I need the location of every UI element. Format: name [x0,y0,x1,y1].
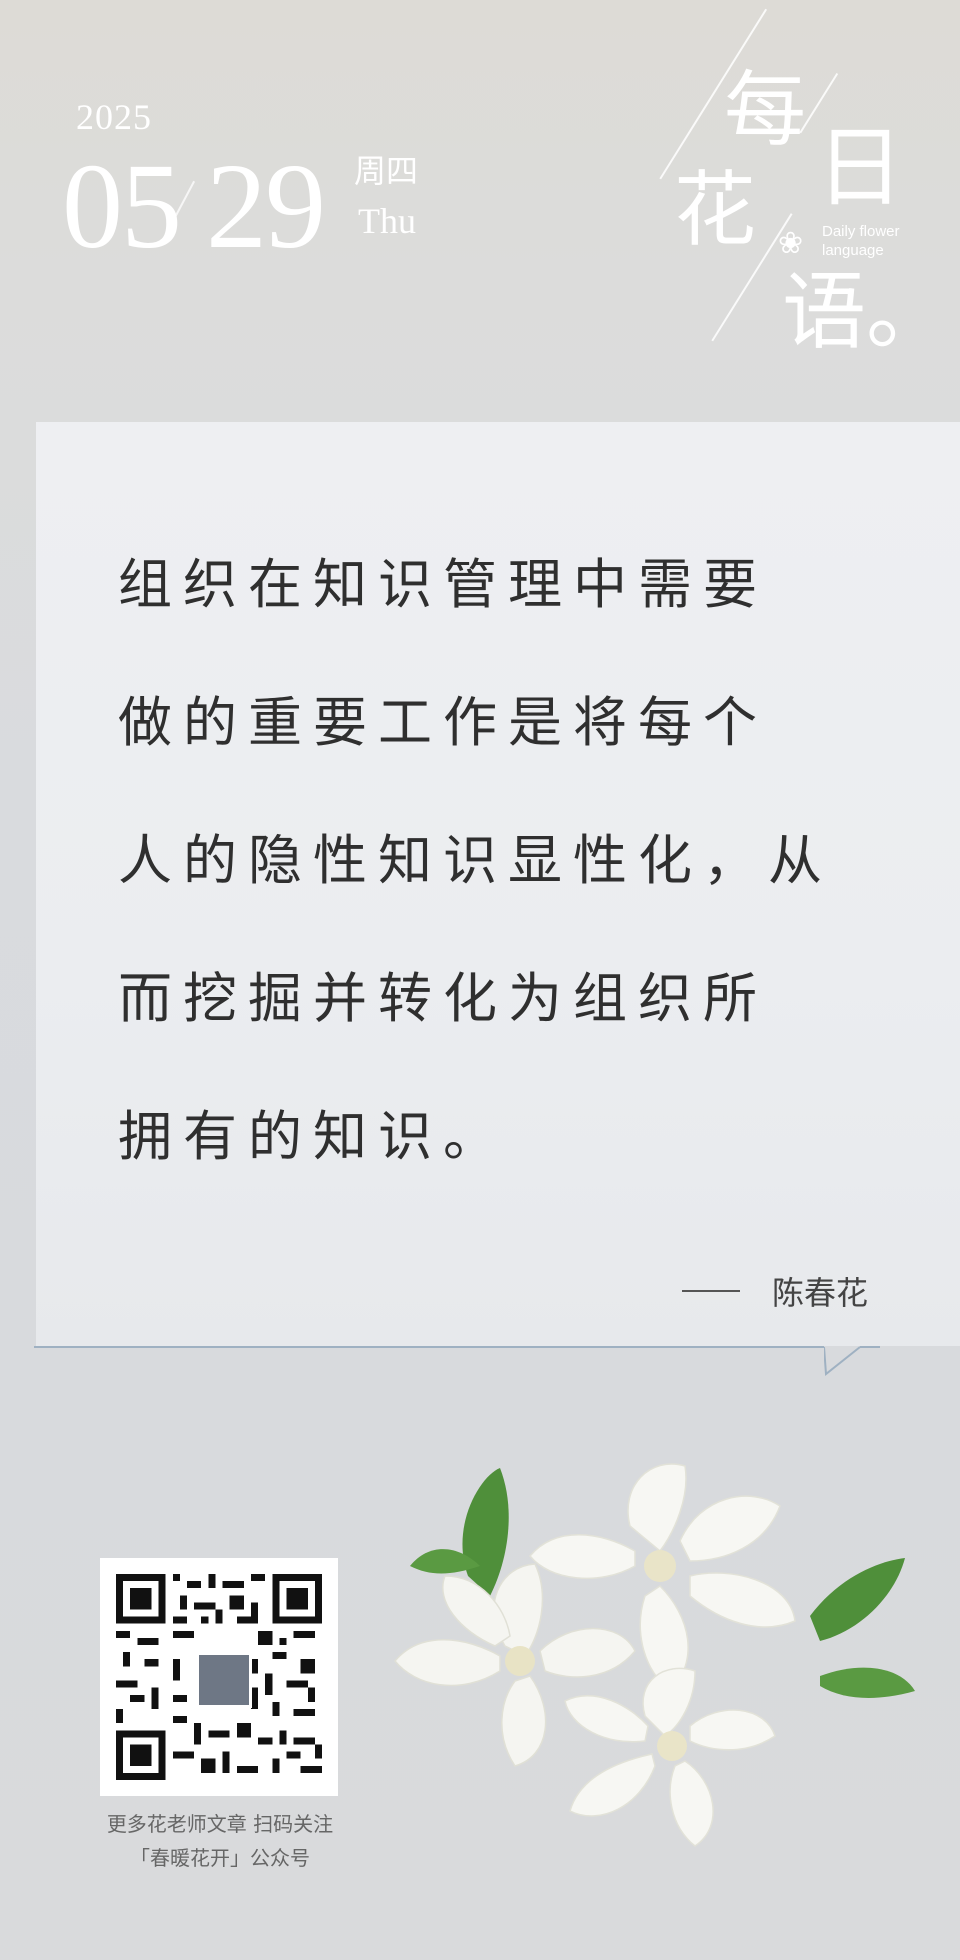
title-char-mei: 每 [724,63,807,158]
title-subtitle-en: Daily flower language [822,222,900,260]
qr-caption-line-2: 「春暖花开」公众号 [130,1846,310,1870]
day: 29 [206,139,326,274]
quote-line: 而挖掘并转化为组织所 [118,967,768,1030]
jasmine-flowers-image [394,1463,915,1847]
speech-bubble-tail-icon [824,1346,861,1376]
author-dash [682,1290,740,1292]
year: 2025 [76,97,152,137]
qr-caption-line-1: 更多花老师文章 扫码关注 [106,1812,334,1836]
title-char-ri: 日 [816,116,905,219]
weekday-cn: 周四 [354,152,419,190]
flower-icon: ❀ [778,226,804,261]
card-bottom-line [860,1346,880,1348]
subtitle-line-2: language [822,242,884,259]
quote-author: 陈春花 [772,1274,869,1312]
quote-line: 做的重要工作是将每个 [118,691,768,754]
quote-line: 组织在知识管理中需要 [118,553,768,616]
quote-line: 拥有的知识。 [118,1105,508,1168]
weekday-en: Thu [358,201,416,241]
subtitle-line-1: Daily flower [822,223,900,240]
avatar [196,1652,252,1708]
month: 05 [62,139,182,274]
quote-line: 人的隐性知识显性化，从 [118,829,833,892]
title-char-hua: 花 [674,163,757,258]
title-char-yu: 语。 [782,263,951,361]
card-bottom-line [34,1346,824,1348]
quote-text: 组织在知识管理中需要 做的重要工作是将每个 人的隐性知识显性化，从 而挖掘并转化… [118,516,858,1206]
